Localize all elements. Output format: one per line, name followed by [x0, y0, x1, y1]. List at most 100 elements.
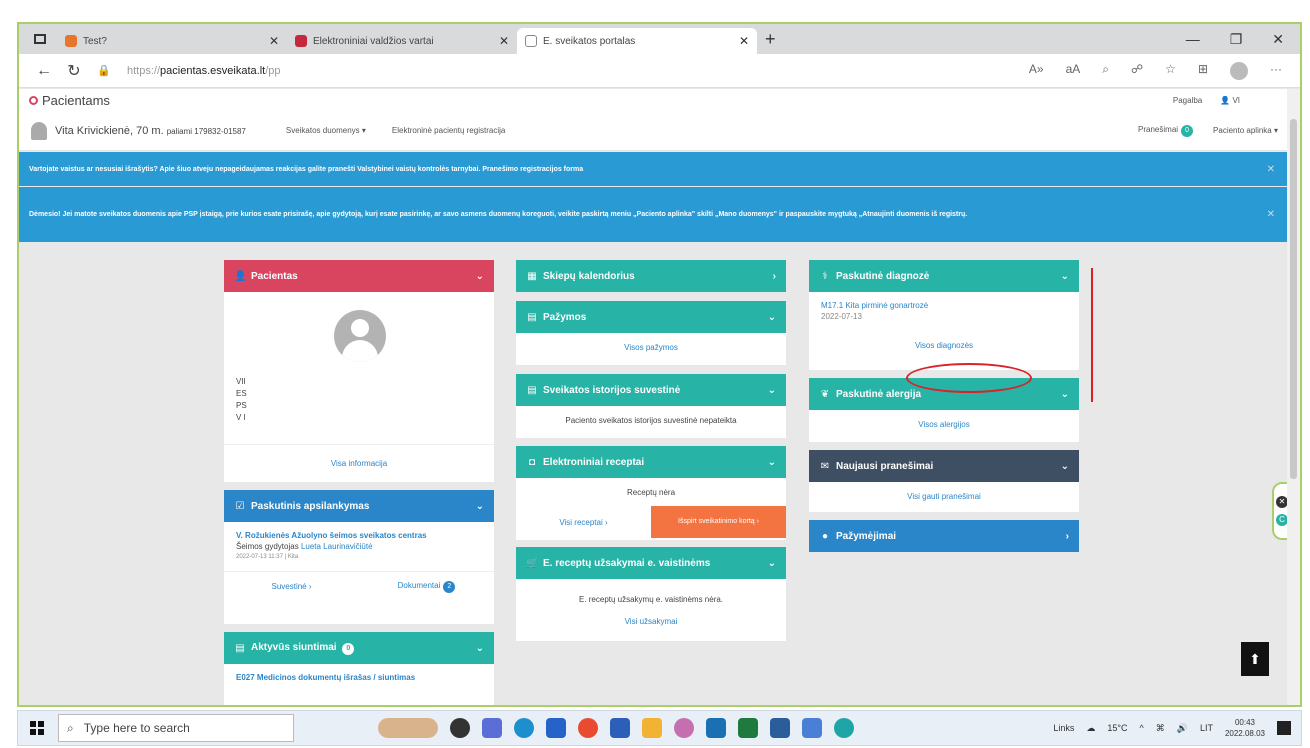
close-tab-icon[interactable]: ✕: [499, 34, 509, 48]
all-orders-link[interactable]: Visi užsakymai: [516, 611, 786, 633]
windows-start-icon[interactable]: [30, 721, 44, 735]
chevron-right-icon[interactable]: ›: [773, 271, 776, 282]
chrome-icon[interactable]: [578, 718, 598, 738]
maximize-icon[interactable]: ❐: [1230, 31, 1243, 48]
news-widget-icon[interactable]: [378, 718, 438, 738]
all-info-link[interactable]: Visa informacija: [331, 459, 387, 468]
certificates-header[interactable]: ▤ Pažymos ⌄: [516, 301, 786, 333]
chevron-up-icon[interactable]: ^: [1139, 723, 1143, 733]
clock[interactable]: 00:43 2022.08.03: [1225, 717, 1265, 739]
referrals-header[interactable]: ▤ Aktyvūs siuntimai 0 ⌄: [224, 632, 494, 664]
doctor-label: Šeimos gydytojas: [236, 542, 299, 551]
calendar-icon: ▦: [527, 270, 537, 282]
chevron-down-icon[interactable]: ⌄: [476, 271, 484, 282]
diagnosis-code[interactable]: M17.1 Kita pirminė gonartrozė: [821, 300, 1067, 311]
chevron-down-icon[interactable]: ⌄: [768, 558, 776, 569]
doctor-name[interactable]: Lueta Laurinavičiūtė: [301, 542, 373, 551]
scrollbar-thumb[interactable]: [1290, 119, 1297, 479]
read-aloud-icon[interactable]: A»: [1029, 62, 1044, 80]
network-icon[interactable]: ⌘: [1156, 723, 1165, 734]
close-tab-icon[interactable]: ✕: [269, 34, 279, 48]
scroll-top-button[interactable]: ⬆: [1241, 642, 1269, 676]
edge-icon[interactable]: [514, 718, 534, 738]
teams-icon[interactable]: [482, 718, 502, 738]
back-icon[interactable]: ←: [29, 62, 59, 80]
chevron-down-icon[interactable]: ⌄: [476, 643, 484, 654]
summary-link[interactable]: Suvestinė ›: [224, 582, 359, 591]
browser-tab-2[interactable]: Elektroniniai valdžios vartai ✕: [287, 28, 517, 54]
scrollbar[interactable]: [1287, 89, 1300, 705]
url-field[interactable]: https://pacientas.esveikata.lt/pp: [127, 65, 1029, 77]
close-tab-icon[interactable]: ✕: [739, 34, 749, 48]
all-messages-link[interactable]: Visi gauti pranešimai: [907, 492, 981, 501]
last-visit-header[interactable]: ☑ Paskutinis apsilankymas ⌄: [224, 490, 494, 522]
chevron-down-icon[interactable]: ⌄: [768, 312, 776, 323]
notification-icon[interactable]: [1277, 721, 1291, 735]
chevron-down-icon[interactable]: ⌄: [768, 457, 776, 468]
chevron-down-icon[interactable]: ⌄: [768, 385, 776, 396]
rx-orders-header[interactable]: 🛒 E. receptų užsakymai e. vaistinėms ⌄: [516, 547, 786, 579]
health-history-header[interactable]: ▤ Sveikatos istorijos suvestinė ⌄: [516, 374, 786, 406]
notes-card[interactable]: ● Pažymėjimai ›: [809, 520, 1079, 552]
taskbar-search[interactable]: ⌕ Type here to search: [58, 714, 294, 742]
menu-registration[interactable]: Elektroninė pacientų registracija: [392, 126, 505, 135]
browser-icon[interactable]: [834, 718, 854, 738]
messages-link[interactable]: Pranešimai 0: [1138, 124, 1194, 137]
links-toolbar[interactable]: Links: [1053, 723, 1074, 733]
volume-icon[interactable]: 🔊: [1177, 723, 1188, 734]
profile-icon[interactable]: [1230, 61, 1248, 80]
chevron-down-icon[interactable]: ⌄: [1061, 271, 1069, 282]
referral-item[interactable]: E027 Medicinos dokumentų išrašas / siunt…: [236, 672, 482, 683]
refresh-icon[interactable]: ↻: [59, 61, 89, 81]
file-explorer-icon[interactable]: [642, 718, 662, 738]
more-menu-icon[interactable]: ···: [1270, 62, 1282, 80]
paint-icon[interactable]: [674, 718, 694, 738]
visit-institution[interactable]: V. Rožukienės Ažuolyno šeimos sveikatos …: [236, 530, 482, 541]
favorite-star-icon[interactable]: ☆: [1165, 62, 1176, 80]
mail-icon[interactable]: [706, 718, 726, 738]
chevron-down-icon[interactable]: ⌄: [1061, 461, 1069, 472]
close-icon[interactable]: ✕: [1267, 164, 1275, 175]
task-view-icon[interactable]: [450, 718, 470, 738]
patient-details: VII ES PS V I: [236, 376, 247, 424]
all-prescriptions-link[interactable]: Visi receptai ›: [516, 518, 651, 527]
excel-icon[interactable]: [738, 718, 758, 738]
store-icon[interactable]: [546, 718, 566, 738]
patient-window-menu[interactable]: Paciento aplinka ▾: [1213, 126, 1278, 135]
vaccination-calendar-card[interactable]: ▦ Skiepų kalendorius ›: [516, 260, 786, 292]
chevron-right-icon[interactable]: ›: [1066, 531, 1069, 542]
diagnosis-header[interactable]: ⚕ Paskutinė diagnozė ⌄: [809, 260, 1079, 292]
collections-icon[interactable]: ⊞: [1198, 62, 1208, 80]
envelope-icon: ✉: [820, 460, 830, 472]
skype-icon[interactable]: [802, 718, 822, 738]
browser-tab-1[interactable]: Test? ✕: [57, 28, 287, 54]
portal-logo[interactable]: Pacientams: [29, 93, 110, 108]
user-menu[interactable]: 👤 VI: [1220, 96, 1240, 105]
prescriptions-action-button[interactable]: Išspirt sveikatinimo kortą ›: [651, 506, 786, 538]
minimize-icon[interactable]: —: [1186, 31, 1200, 48]
messages-header[interactable]: ✉ Naujausi pranešimai ⌄: [809, 450, 1079, 482]
documents-link[interactable]: Dokumentai 2: [359, 580, 494, 593]
menu-health-data[interactable]: Sveikatos duomenys ▾: [286, 126, 366, 135]
tab-actions-button[interactable]: [27, 27, 53, 51]
computer-icon[interactable]: [770, 718, 790, 738]
weather-text[interactable]: 15°C: [1107, 723, 1127, 733]
tracking-icon[interactable]: ☍: [1131, 62, 1143, 80]
help-link[interactable]: Pagalba: [1173, 96, 1202, 105]
user-initials: VI: [1232, 95, 1240, 105]
browser-tab-3[interactable]: E. sveikatos portalas ✕: [517, 28, 757, 54]
new-tab-icon[interactable]: +: [765, 29, 776, 50]
all-diagnoses-link[interactable]: Visos diagnozės: [915, 341, 973, 350]
all-certificates-link[interactable]: Visos pažymos: [624, 343, 678, 352]
chevron-down-icon[interactable]: ⌄: [476, 501, 484, 512]
close-window-icon[interactable]: ✕: [1272, 31, 1284, 48]
zoom-icon[interactable]: ⌕: [1102, 62, 1109, 80]
all-allergies-link[interactable]: Visos alergijos: [918, 420, 969, 429]
close-icon[interactable]: ✕: [1267, 209, 1275, 221]
text-size-icon[interactable]: aA: [1066, 62, 1081, 80]
patient-card-header[interactable]: 👤 Pacientas ⌄: [224, 260, 494, 292]
prescriptions-header[interactable]: ◘ Elektroniniai receptai ⌄: [516, 446, 786, 478]
chevron-down-icon[interactable]: ⌄: [1061, 389, 1069, 400]
word-icon[interactable]: [610, 718, 630, 738]
language-indicator[interactable]: LIT: [1200, 723, 1213, 733]
